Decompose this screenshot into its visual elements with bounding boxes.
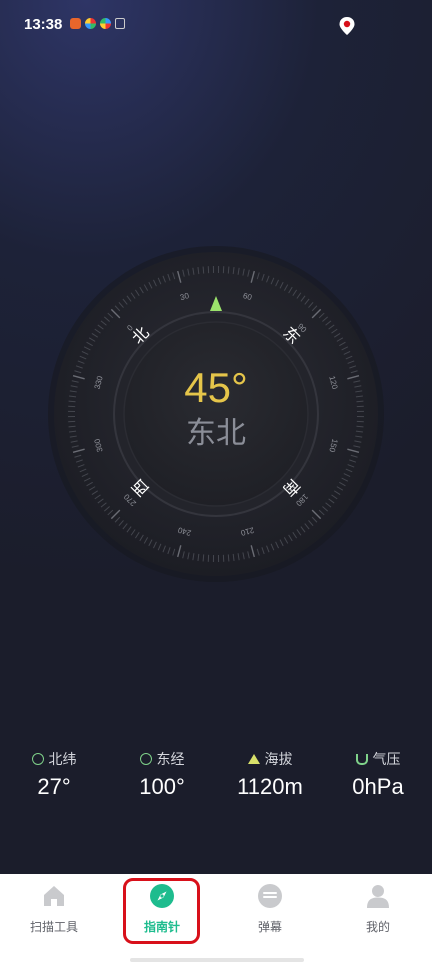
location-pin-icon [339,17,355,35]
nav-item-danmaku[interactable]: 弹幕 [216,874,324,944]
info-value: 100° [139,774,185,799]
info-label: 东经 [156,752,185,768]
info-label: 气压 [372,752,401,768]
info-value: 27° [37,774,71,799]
status-time: 13:38 [24,16,63,33]
tick-mark [202,554,205,562]
bottom-nav: 扫描工具 指南针 弹幕 我的 [0,874,432,964]
status-bar: 13:38 [0,0,432,50]
selection-highlight [123,878,200,944]
info-value: 0hPa [352,774,404,799]
chat-icon [258,884,282,908]
tick-mark [202,266,205,274]
home-icon [44,886,64,906]
nav-label: 扫描工具 [29,920,78,934]
nav-label: 弹幕 [257,920,282,934]
app-notification-icon [85,18,96,29]
home-indicator[interactable] [130,958,304,962]
app-notification-icon [70,18,81,29]
play-notification-icon [115,18,125,29]
notification-icons [70,18,125,29]
app-notification-icon [100,18,111,29]
info-latitude: 北纬 27° [4,748,104,800]
nav-label: 我的 [365,920,390,934]
heading-readout: 45° 东北 [46,364,386,454]
location-info-row: 北纬 27° 东经 100° 海拔 1120m 气压 0hPa [0,748,432,808]
heading-degrees: 45° [184,364,248,411]
heading-direction: 东北 [186,416,246,451]
tick-mark [227,266,230,274]
altitude-icon [247,754,260,764]
info-value: 1120m [237,774,303,799]
nav-item-profile[interactable]: 我的 [324,874,432,944]
pressure-icon [355,753,368,765]
compass-dial: 0 30 60 90 120 150 180 210 240 270 300 330 北 东 南 西 … [46,244,386,584]
info-altitude: 海拔 1120m [220,748,320,800]
nav-item-scan-tools[interactable]: 扫描工具 [0,874,108,944]
user-icon [367,885,389,908]
tick-mark [227,554,230,562]
info-label: 北纬 [48,752,77,768]
longitude-icon [139,753,152,765]
info-label: 海拔 [264,752,293,768]
info-longitude: 东经 100° [112,748,212,800]
latitude-icon [31,753,44,765]
info-pressure: 气压 0hPa [328,748,428,800]
